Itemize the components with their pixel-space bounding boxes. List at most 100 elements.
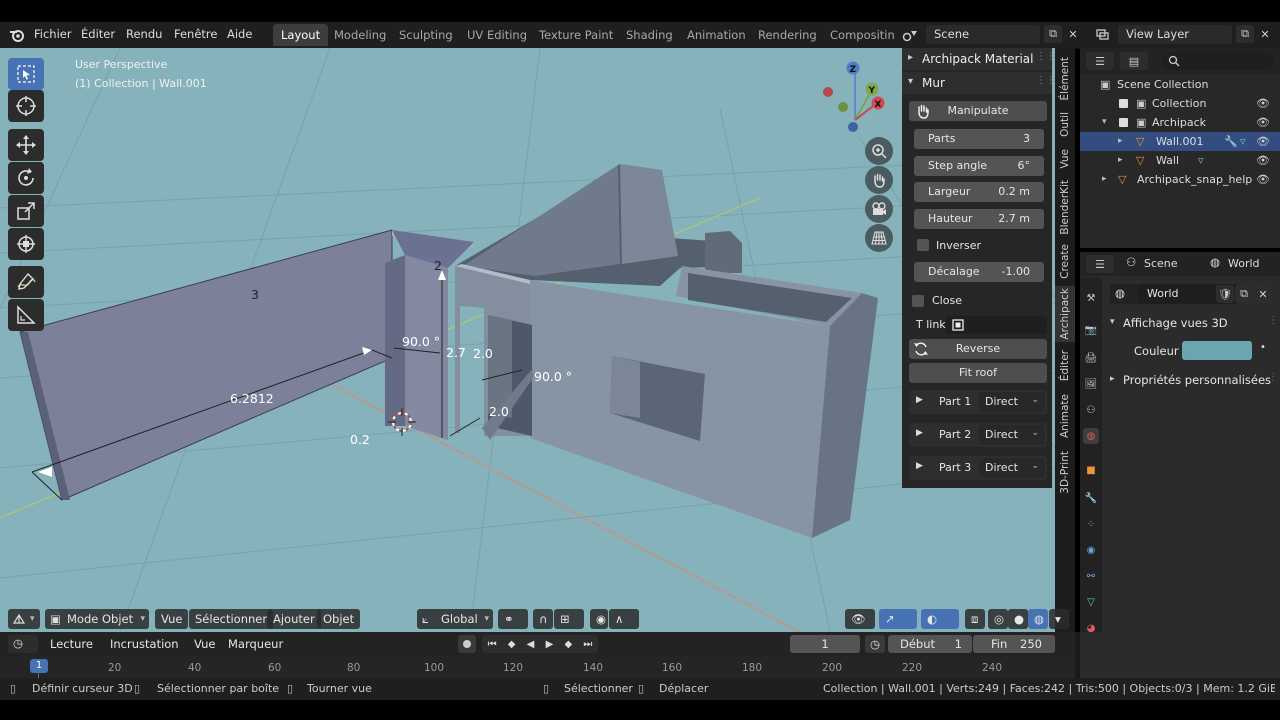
drag-handle-icon[interactable]: ⋮⋮ (1268, 315, 1280, 326)
manipulate-button[interactable]: Manipulate (909, 101, 1047, 121)
part-1-row[interactable]: ▶ Part 1 Direct ⌄ (909, 390, 1047, 414)
view-layer-tab-icon[interactable]: 🖼 (1083, 376, 1099, 392)
menu-edit[interactable]: Éditer (81, 27, 115, 41)
workspace-tab-rendering[interactable]: Rendering (750, 24, 825, 46)
tab-create[interactable]: Create (1055, 240, 1075, 282)
particles-tab-icon[interactable]: ⁘ (1083, 516, 1099, 532)
dimension-angle-1[interactable]: 90.0 ° (402, 334, 440, 349)
data-tab-icon[interactable]: ▽ (1083, 594, 1099, 610)
expand-arrow-icon[interactable]: ▸ (1102, 170, 1107, 189)
object-tab-icon[interactable]: ■ (1083, 462, 1099, 478)
menu-select[interactable]: Sélectionner (189, 609, 274, 629)
workspace-tab-shading[interactable]: Shading (618, 24, 681, 46)
expand-arrow-icon[interactable]: ▸ (1118, 132, 1123, 151)
part-3-type-dropdown[interactable]: Direct ⌄ (979, 458, 1045, 478)
menu-file[interactable]: Fichier (34, 27, 72, 41)
archipack-material-header[interactable]: ▸ Archipack Material ⋮⋮ (902, 48, 1056, 70)
new-scene-icon[interactable]: ⧉ (1044, 25, 1062, 43)
snap-target-selector[interactable]: ⊞ (554, 609, 584, 629)
scene-selector-icon[interactable] (898, 24, 922, 46)
dimension-thickness[interactable]: 0.2 (350, 432, 370, 447)
end-frame-field[interactable]: Fin 250 (973, 635, 1055, 653)
pivot-point-selector[interactable]: ⚭ (498, 609, 528, 629)
menu-object[interactable]: Objet (317, 609, 361, 629)
mur-section-header[interactable]: ▾ Mur ⋮⋮ (902, 72, 1056, 94)
next-keyframe-icon[interactable]: ◆ (564, 639, 572, 650)
new-view-layer-icon[interactable]: ⧉ (1236, 25, 1254, 43)
tab-element[interactable]: Élément (1055, 54, 1075, 104)
eye-icon[interactable]: 👁 (1256, 170, 1270, 189)
drag-handle-icon[interactable]: ⋮⋮ (1036, 51, 1056, 62)
menu-help[interactable]: Aide (227, 27, 252, 41)
jump-start-icon[interactable]: ⏮ (488, 639, 497, 650)
tlink-field[interactable] (946, 316, 1047, 334)
mode-selector[interactable]: ▣ Mode Objet ▾ (45, 609, 149, 629)
parts-field[interactable]: Parts 3 (914, 129, 1044, 149)
timeline-playback-menu[interactable]: Lecture (50, 637, 93, 651)
keyframe-dot-icon[interactable]: • (1260, 342, 1266, 353)
cursor-tool[interactable] (8, 90, 44, 122)
properties-editor-type-icon[interactable]: ☰ (1086, 255, 1114, 273)
falloff-selector[interactable]: ∧ (609, 609, 639, 629)
xray-toggle[interactable]: ⧈ (965, 609, 985, 629)
outliner-row-wall-001[interactable]: ▸ ▽ Wall.001 🔧 ▿ 👁 (1080, 132, 1280, 151)
measure-tool[interactable] (8, 299, 44, 331)
navigation-gizmo[interactable]: Z Y X (823, 61, 885, 133)
eye-icon[interactable]: 👁 (1256, 94, 1270, 113)
physics-tab-icon[interactable]: ◉ (1083, 542, 1099, 558)
tab-animate[interactable]: Animate (1055, 390, 1075, 442)
step-angle-field[interactable]: Step angle 6° (914, 156, 1044, 176)
drag-handle-icon[interactable]: ⋮⋮ (1268, 372, 1280, 383)
perspective-toggle-button[interactable] (865, 224, 893, 252)
properties-world-tab[interactable]: World (1228, 257, 1260, 270)
menu-render[interactable]: Rendu (126, 27, 162, 41)
view-layer-icon[interactable] (1092, 26, 1114, 44)
dimension-part-2[interactable]: 2 (434, 258, 442, 273)
outliner-row-collection[interactable]: ▣ Collection 👁 (1080, 94, 1280, 113)
menu-window[interactable]: Fenêtre (174, 27, 217, 41)
fit-roof-button[interactable]: Fit roof (909, 363, 1047, 383)
proportional-edit-toggle[interactable]: ◉ (590, 609, 608, 629)
eye-icon[interactable]: 👁 (1256, 151, 1270, 170)
playhead-frame-indicator[interactable]: 1 (30, 659, 48, 673)
timeline-view-menu[interactable]: Vue (194, 637, 215, 651)
wall-001-object[interactable] (455, 164, 878, 538)
visibility-selector[interactable]: 👁 (845, 609, 875, 629)
output-tab-icon[interactable]: 🖨 (1083, 350, 1099, 366)
timeline-keying-menu[interactable]: Incrustation (110, 637, 179, 651)
drag-handle-icon[interactable]: ⋮⋮ (1036, 75, 1056, 86)
duplicate-world-icon[interactable]: ⧉ (1235, 285, 1253, 303)
delete-view-layer-icon[interactable]: ✕ (1256, 25, 1274, 43)
workspace-tab-sculpting[interactable]: Sculpting (391, 24, 461, 46)
play-reverse-icon[interactable]: ◀ (527, 639, 535, 650)
tab-3d-print[interactable]: 3D-Print (1055, 446, 1075, 498)
shading-options-button[interactable]: ▾ (1049, 609, 1069, 629)
part-1-type-dropdown[interactable]: Direct ⌄ (979, 392, 1045, 412)
move-tool[interactable] (8, 129, 44, 161)
annotate-tool[interactable] (8, 266, 44, 298)
preview-range-icon[interactable]: ◷ (865, 635, 885, 653)
dimension-width-2[interactable]: 2.0 (489, 404, 509, 419)
scene-name-field[interactable]: Scene (926, 25, 1040, 44)
largeur-field[interactable]: Largeur 0.2 m (914, 182, 1044, 202)
delete-scene-icon[interactable]: ✕ (1064, 25, 1082, 43)
rotate-tool[interactable] (8, 162, 44, 194)
pan-view-button[interactable] (865, 166, 893, 194)
scene-tab-icon[interactable]: ⚇ (1083, 402, 1099, 418)
dimension-height[interactable]: 2.7 (446, 345, 466, 360)
eye-icon[interactable]: 👁 (1256, 113, 1270, 132)
mesh-data-icon[interactable]: ▿ (1198, 151, 1204, 170)
modifier-tab-icon[interactable]: 🔧 (1083, 490, 1099, 506)
tab-editer[interactable]: Éditer (1055, 346, 1075, 386)
dimension-width-1[interactable]: 2.0 (473, 346, 493, 361)
workspace-tab-uv-editing[interactable]: UV Editing (459, 24, 535, 46)
unlink-world-icon[interactable]: ✕ (1254, 285, 1272, 303)
shading-wireframe-button[interactable]: ◎ (988, 609, 1008, 629)
view-layer-field[interactable]: View Layer (1118, 25, 1232, 44)
scale-tool[interactable] (8, 195, 44, 227)
fake-user-icon[interactable]: 🛡 (1216, 285, 1234, 303)
gizmo-toggle[interactable]: ↗ (879, 609, 917, 629)
auto-key-button[interactable] (458, 635, 476, 653)
tab-outil[interactable]: Outil (1055, 106, 1075, 142)
outliner-row-snap-helper[interactable]: ▸ ▽ Archipack_snap_helper 👁 (1080, 170, 1280, 189)
